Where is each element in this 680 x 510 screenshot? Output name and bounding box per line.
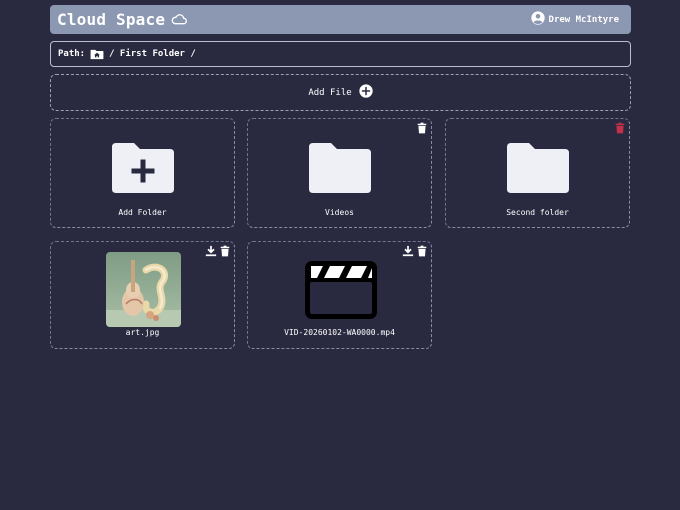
video-clapperboard-icon bbox=[303, 259, 379, 325]
folder-name: Add Folder bbox=[118, 208, 167, 217]
folder-name: Videos bbox=[325, 208, 354, 217]
file-name: art.jpg bbox=[125, 328, 160, 337]
path-label: Path: bbox=[58, 49, 86, 59]
folder-icon bbox=[505, 141, 571, 198]
add-folder-icon bbox=[110, 141, 176, 198]
app-header: Cloud Space Drew McIntyre bbox=[50, 5, 631, 34]
delete-icon[interactable] bbox=[417, 245, 427, 257]
file-card-video[interactable]: VID-20260102-WA0000.mp4 bbox=[247, 241, 432, 349]
add-folder-card[interactable]: Add Folder bbox=[50, 118, 235, 228]
plus-circle-icon bbox=[359, 84, 373, 101]
delete-icon[interactable] bbox=[220, 245, 230, 257]
breadcrumb: Path: / First Folder / bbox=[50, 41, 631, 67]
file-actions bbox=[402, 245, 427, 257]
file-name: VID-20260102-WA0000.mp4 bbox=[284, 328, 395, 337]
file-card-art[interactable]: art.jpg bbox=[50, 241, 235, 349]
brand[interactable]: Cloud Space bbox=[57, 10, 188, 29]
folder-actions bbox=[417, 122, 427, 134]
add-file-label: Add File bbox=[308, 87, 352, 98]
delete-icon[interactable] bbox=[615, 122, 625, 134]
app-title: Cloud Space bbox=[57, 10, 166, 29]
path-trail[interactable]: / First Folder / bbox=[109, 49, 196, 59]
folder-card-videos[interactable]: Videos bbox=[247, 118, 432, 228]
user-avatar-icon bbox=[530, 10, 545, 29]
add-file-button[interactable]: Add File bbox=[50, 74, 631, 111]
delete-icon[interactable] bbox=[417, 122, 427, 134]
cloud-icon bbox=[171, 10, 188, 29]
file-actions bbox=[205, 245, 230, 257]
user-menu[interactable]: Drew McIntyre bbox=[530, 10, 619, 29]
download-icon[interactable] bbox=[402, 245, 414, 257]
folder-icon bbox=[307, 141, 373, 198]
download-icon[interactable] bbox=[205, 245, 217, 257]
folder-name: Second folder bbox=[506, 208, 569, 217]
image-thumbnail bbox=[106, 252, 181, 327]
folder-actions bbox=[615, 122, 625, 134]
user-name: Drew McIntyre bbox=[548, 14, 619, 25]
folder-card-second-folder[interactable]: Second folder bbox=[445, 118, 630, 228]
home-folder-icon[interactable] bbox=[90, 49, 104, 60]
